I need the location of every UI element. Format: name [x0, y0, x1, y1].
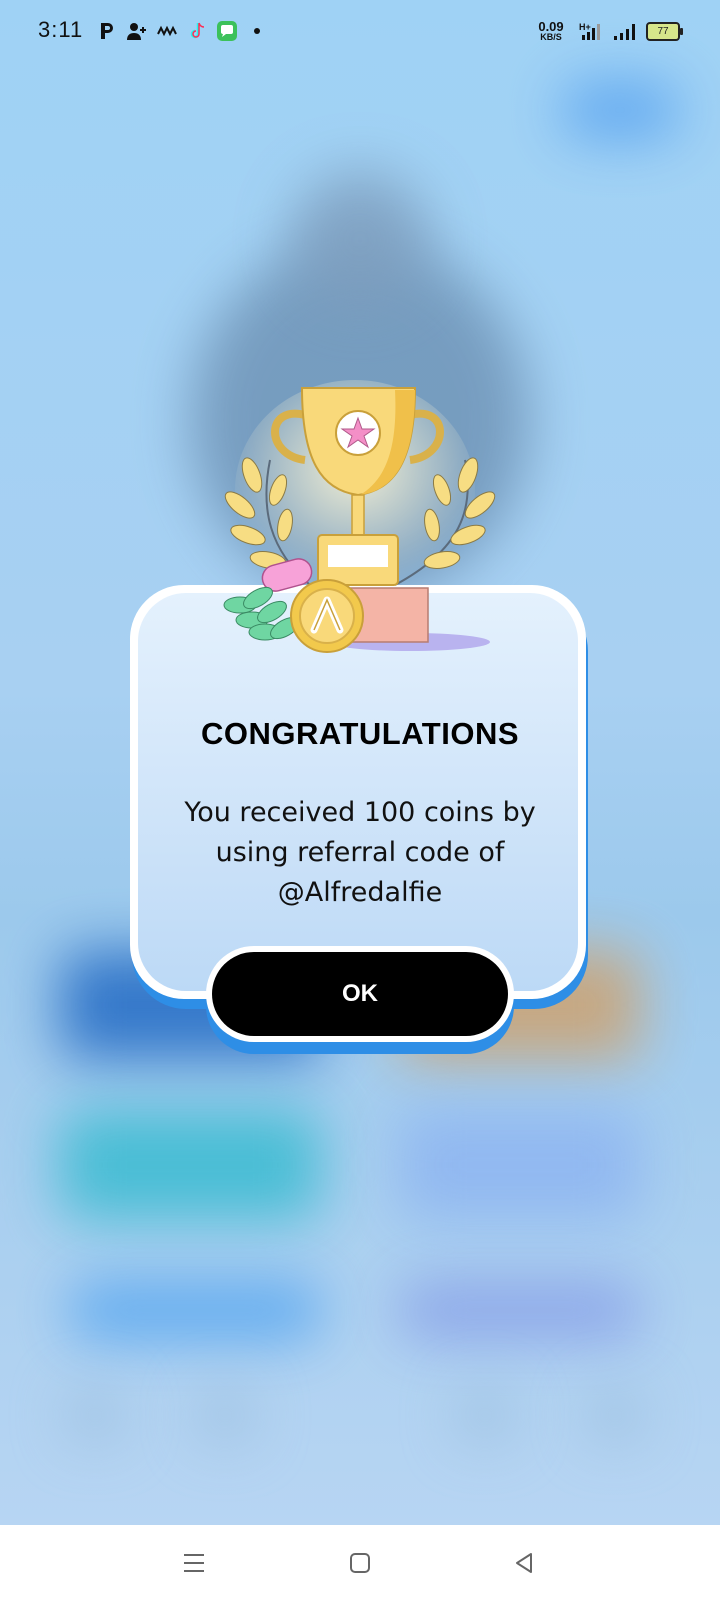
menu-icon[interactable] — [178, 1547, 210, 1579]
coin-icon — [290, 579, 364, 653]
trophy-illustration — [223, 380, 496, 653]
home-icon[interactable] — [344, 1547, 376, 1579]
network-speed: 0.09 KB/S — [534, 20, 568, 42]
dialog-message: You received 100 coins by using referral… — [184, 797, 536, 908]
ok-button-label[interactable]: OK — [212, 952, 508, 1036]
notification-icons — [96, 20, 268, 42]
add-person-icon — [126, 20, 148, 42]
status-bar: 3:11 0.09 KB/S H+ 77 — [0, 0, 720, 64]
dot-icon — [246, 20, 268, 42]
svg-text:H+: H+ — [579, 22, 591, 32]
status-time: 3:11 — [38, 17, 84, 42]
ok-button[interactable]: OK — [206, 946, 514, 1042]
system-icons: H+ 77 — [578, 20, 683, 42]
wave-icon — [156, 20, 178, 42]
battery-icon: 77 — [646, 21, 683, 41]
back-icon[interactable] — [508, 1547, 540, 1579]
dialog-title: CONGRATULATIONS — [200, 716, 520, 751]
signal-h-plus-icon: H+ — [578, 20, 604, 42]
chat-app-icon — [216, 20, 238, 42]
signal-bars-icon — [612, 20, 638, 42]
navigation-bar — [0, 1525, 720, 1600]
tiktok-icon — [186, 20, 208, 42]
network-speed-unit: KB/S — [540, 32, 562, 42]
parking-icon — [96, 20, 118, 42]
